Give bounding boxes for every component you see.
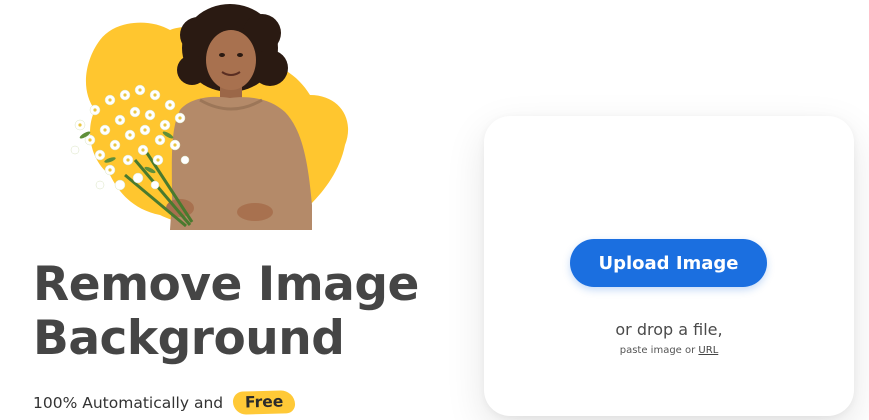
page-title-line-2: Background bbox=[33, 311, 345, 366]
page-title-line-1: Remove Image bbox=[33, 257, 419, 312]
page: Remove Image Background 100% Automatical… bbox=[0, 0, 869, 420]
page-title: Remove Image Background bbox=[33, 258, 419, 366]
tagline-text: 100% Automatically and bbox=[33, 393, 224, 412]
paste-hint: paste image or URL bbox=[484, 345, 854, 356]
tagline: 100% Automatically and Free bbox=[33, 390, 296, 415]
drop-file-text: or drop a file, bbox=[615, 320, 723, 339]
upload-image-button[interactable]: Upload Image bbox=[570, 239, 767, 287]
upload-card[interactable]: Upload Image or drop a file, paste image… bbox=[484, 116, 854, 416]
hero-image bbox=[40, 0, 380, 235]
free-badge: Free bbox=[232, 390, 296, 415]
url-link[interactable]: URL bbox=[698, 345, 718, 356]
woman-with-flowers-illustration bbox=[70, 4, 349, 230]
paste-hint-text: paste image or bbox=[619, 345, 696, 356]
